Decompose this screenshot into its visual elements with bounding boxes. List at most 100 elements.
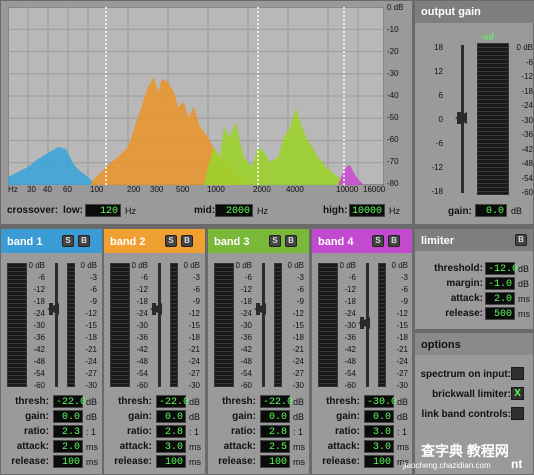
band-gain-field[interactable]: 0.0: [260, 410, 290, 423]
limiter-threshold-label: threshold:: [434, 263, 483, 274]
band-threshold-slider-handle[interactable]: [150, 303, 162, 315]
band-attack-unit: ms: [189, 442, 201, 452]
band-ratio-unit: : 1: [189, 427, 200, 437]
limiter-release-field[interactable]: 500: [485, 307, 515, 320]
scale-tick: -30: [136, 321, 148, 330]
band-release-field[interactable]: 100: [364, 455, 394, 468]
scale-tick: -42: [344, 345, 356, 354]
band-release-field[interactable]: 100: [156, 455, 186, 468]
gain-tick: -18: [431, 187, 443, 196]
limiter-attack-field[interactable]: 2.0: [485, 292, 515, 305]
link-band-controls-checkbox[interactable]: [511, 407, 524, 420]
band-gr-scale: 0 dB -3 -6 -9 -12 -15 -18 -21 -24 -27 -30: [180, 261, 200, 391]
scale-tick: -48: [33, 357, 45, 366]
output-gain-title: output gain: [421, 6, 481, 18]
scale-tick: -3: [89, 273, 97, 282]
freq-tick: 1000: [207, 185, 225, 194]
band-bypass-button[interactable]: B: [78, 235, 90, 247]
meter-tick: -6: [525, 57, 533, 67]
db-tick: -70: [387, 157, 399, 166]
band-solo-button[interactable]: S: [62, 235, 74, 247]
band-attack-field[interactable]: 3.0: [364, 440, 394, 453]
band-thresh-field[interactable]: -22.0: [53, 395, 86, 408]
limiter-panel: limiter B threshold: -12.0 dB margin: -1…: [414, 228, 534, 330]
scale-tick: -42: [33, 345, 45, 354]
scale-tick: -36: [344, 333, 356, 342]
gain-tick: 6: [438, 91, 443, 100]
scale-tick: 0 dB: [80, 261, 97, 270]
band-threshold-slider-track[interactable]: [158, 263, 161, 387]
band-release-unit: ms: [293, 457, 305, 467]
band-bypass-button[interactable]: B: [181, 235, 193, 247]
scale-tick: -36: [240, 333, 252, 342]
band-gain-label: gain:: [232, 411, 256, 422]
output-gain-panel: output gain -inf 18 12 6 0 -6 -12 -18 0 …: [414, 0, 534, 225]
crossover-low-field[interactable]: 120: [85, 204, 121, 217]
spectrum-on-input-checkbox[interactable]: [511, 367, 524, 380]
band-thresh-field[interactable]: -22.0: [260, 395, 293, 408]
band-attack-field[interactable]: 3.0: [156, 440, 186, 453]
band-thresh-unit: dB: [189, 397, 201, 407]
band-threshold-slider-handle[interactable]: [358, 317, 370, 329]
band-release-label: release:: [218, 456, 256, 467]
brickwall-limiter-checkbox[interactable]: X: [511, 387, 524, 400]
meter-tick: -12: [521, 72, 533, 81]
band-thresh-field[interactable]: -22.0: [156, 395, 189, 408]
scale-tick: -12: [33, 285, 45, 294]
band-release-field[interactable]: 100: [260, 455, 290, 468]
band-solo-button[interactable]: S: [372, 235, 384, 247]
band-gain-field[interactable]: 0.0: [156, 410, 186, 423]
scale-tick: -54: [136, 369, 148, 378]
limiter-bypass-button[interactable]: B: [515, 234, 527, 246]
band-ratio-unit: : 1: [86, 427, 97, 437]
band-gain-field[interactable]: 0.0: [53, 410, 83, 423]
crossover-low-unit: Hz: [125, 206, 136, 216]
band-thresh-label: thresh:: [15, 396, 49, 407]
crossover-high-field[interactable]: 10000: [349, 204, 385, 217]
limiter-threshold-field[interactable]: -12.0: [485, 262, 518, 275]
band-ratio-field[interactable]: 3.0: [364, 425, 394, 438]
band-gain-reduction-meter: [67, 263, 75, 387]
scale-tick: -12: [188, 309, 200, 318]
scale-tick: -24: [240, 309, 252, 318]
band-threshold-slider-handle[interactable]: [254, 303, 266, 315]
band-threshold-slider-track[interactable]: [55, 263, 58, 387]
meter-tick: -60: [521, 188, 533, 197]
crossover-mid-field[interactable]: 2000: [215, 204, 253, 217]
scale-tick: -9: [400, 297, 408, 306]
output-gain-field[interactable]: 0.0: [475, 204, 507, 217]
band-gain-field[interactable]: 0.0: [364, 410, 394, 423]
limiter-margin-field[interactable]: -1.0: [485, 277, 515, 290]
gain-tick: -12: [431, 163, 443, 172]
scale-tick: -18: [33, 297, 45, 306]
band-thresh-label: thresh:: [118, 396, 152, 407]
scale-tick: -15: [292, 321, 304, 330]
scale-tick: -9: [192, 297, 200, 306]
scale-tick: -21: [396, 345, 408, 354]
scale-tick: -48: [136, 357, 148, 366]
freq-tick: Hz: [8, 185, 18, 194]
scale-tick: -60: [344, 381, 356, 390]
band-solo-button[interactable]: S: [165, 235, 177, 247]
scale-tick: -30: [188, 381, 200, 390]
scale-tick: -24: [33, 309, 45, 318]
scale-tick: -18: [396, 333, 408, 342]
band-attack-field[interactable]: 2.5: [260, 440, 290, 453]
band-solo-button[interactable]: S: [269, 235, 281, 247]
scale-tick: -42: [240, 345, 252, 354]
band-attack-field[interactable]: 2.0: [53, 440, 83, 453]
band-bypass-button[interactable]: B: [285, 235, 297, 247]
output-gain-slider-handle[interactable]: [455, 112, 467, 124]
band-threshold-slider-track[interactable]: [262, 263, 265, 387]
band-ratio-field[interactable]: 2.8: [260, 425, 290, 438]
band-ratio-field[interactable]: 2.3: [53, 425, 83, 438]
band-release-field[interactable]: 100: [53, 455, 83, 468]
scale-tick: -15: [188, 321, 200, 330]
band-threshold-slider-handle[interactable]: [47, 303, 59, 315]
band-bypass-button[interactable]: B: [388, 235, 400, 247]
band-ratio-field[interactable]: 2.8: [156, 425, 186, 438]
band-thresh-field[interactable]: -30.0: [364, 395, 397, 408]
band-gain-reduction-meter: [274, 263, 282, 387]
scale-tick: -12: [85, 309, 97, 318]
gain-tick: 18: [434, 43, 443, 52]
